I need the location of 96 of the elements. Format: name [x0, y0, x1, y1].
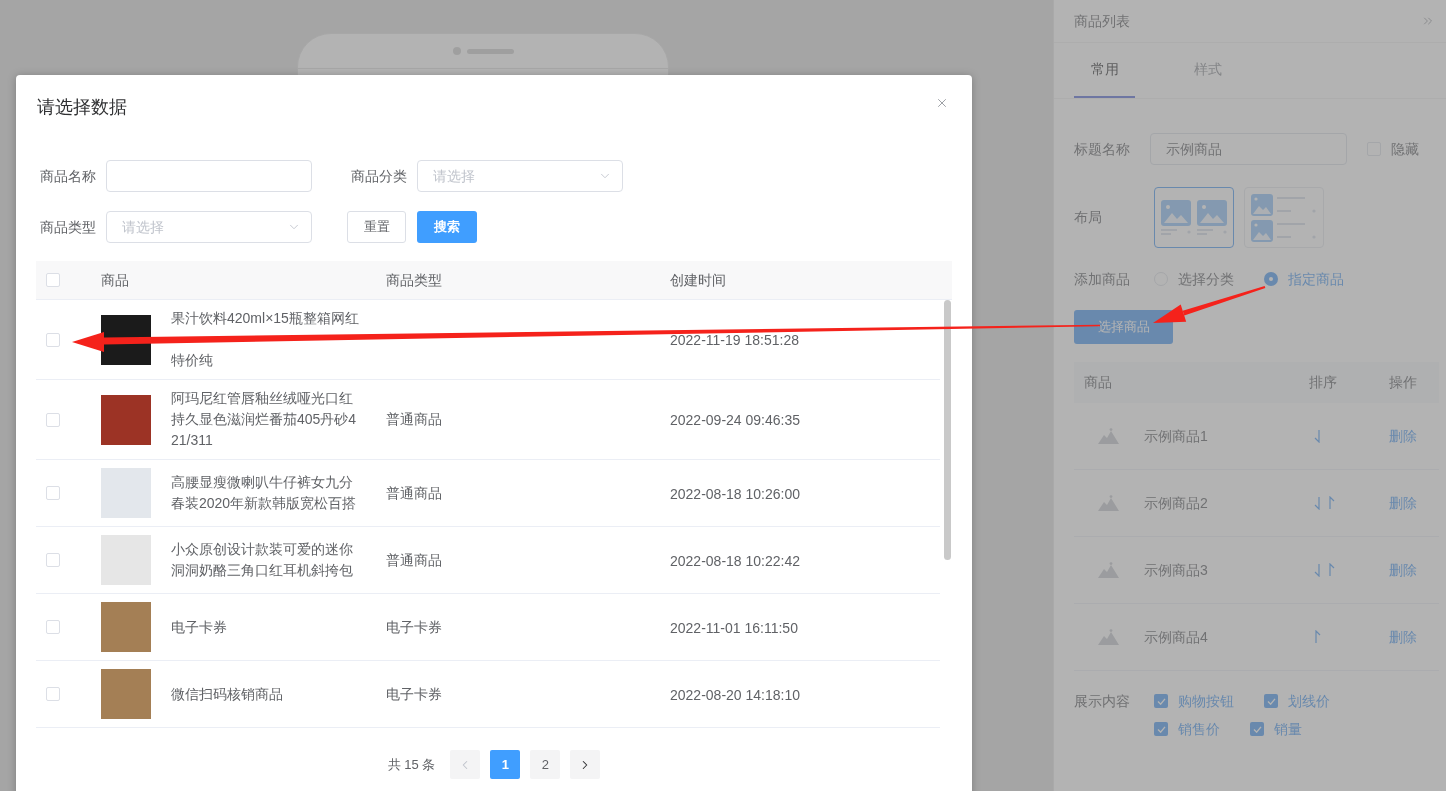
delete-link[interactable]: 删除	[1389, 425, 1417, 447]
checkbox[interactable]	[1154, 722, 1168, 736]
created-time: 2022-08-20 14:18:10	[670, 685, 800, 705]
checkbox-label: 购物按钮	[1178, 691, 1234, 711]
reset-button[interactable]: 重置	[347, 211, 406, 243]
product-type: 普通商品	[386, 410, 443, 429]
checkbox[interactable]	[1264, 694, 1278, 708]
checkbox-label: 销售价	[1178, 719, 1220, 739]
checkbox-label: 隐藏	[1391, 139, 1419, 159]
scrollbar-thumb[interactable]	[944, 300, 951, 560]
product-name: 特价纯	[171, 351, 214, 370]
product-type: 普通商品	[386, 550, 443, 570]
tab[interactable]: 常用	[1074, 43, 1135, 98]
photo-placeholder	[101, 535, 151, 585]
check-icon	[1266, 697, 1276, 705]
checkbox[interactable]	[1250, 722, 1264, 736]
product-type: 普通商品	[386, 483, 443, 503]
filter-label: 商品类型	[40, 217, 96, 237]
created-time: 2022-09-24 09:46:35	[670, 411, 800, 430]
close-icon[interactable]	[935, 96, 949, 110]
photo-placeholder	[101, 669, 151, 719]
dialog-title: 请选择数据	[37, 96, 127, 119]
created-time: 2022-11-01 16:11:50	[670, 618, 798, 638]
created-time: 2022-08-18 10:22:42	[670, 551, 800, 571]
created-time: 2022-08-18 10:26:00	[670, 484, 800, 504]
product-name: 示例商品1	[1144, 426, 1208, 446]
filter-label: 商品分类	[351, 166, 407, 186]
search-button[interactable]: 搜索	[417, 211, 477, 243]
product-type: 电子卡券	[386, 617, 443, 637]
image-icon	[1098, 495, 1119, 511]
arrow-down-icon[interactable]	[1314, 496, 1321, 510]
checkbox[interactable]	[46, 687, 60, 701]
created-time: 2022-11-19 18:51:28	[670, 331, 799, 350]
checkbox[interactable]	[46, 412, 60, 427]
panel-title: 商品列表	[1074, 11, 1130, 31]
check-icon	[1156, 697, 1166, 705]
photo-placeholder	[101, 602, 151, 652]
arrow-down-icon[interactable]	[1314, 429, 1321, 443]
checkbox-label: 销量	[1274, 719, 1302, 739]
product-name: 微信扫码核销商品	[171, 684, 284, 704]
radio-button[interactable]	[1264, 272, 1278, 286]
column-header: 商品	[1083, 373, 1113, 392]
select-products-button[interactable]: 选择商品	[1074, 310, 1173, 344]
checkbox-label: 划线价	[1288, 691, 1330, 711]
next-page-button[interactable]	[570, 750, 601, 779]
image-icon	[1098, 428, 1119, 444]
product-name: 电子卡券	[171, 617, 228, 637]
filter-label: 商品名称	[40, 166, 96, 186]
column-header: 操作	[1389, 373, 1417, 392]
total-count: 共 15 条	[387, 755, 436, 774]
column-header: 商品	[101, 270, 130, 290]
product-type: 电子卡券	[386, 684, 443, 704]
photo-placeholder	[101, 468, 151, 518]
delete-link[interactable]: 删除	[1389, 559, 1417, 581]
product-name: 示例商品3	[1144, 560, 1208, 580]
checkbox[interactable]	[46, 620, 60, 634]
radio-label: 选择分类	[1178, 269, 1234, 289]
column-header: 排序	[1309, 373, 1338, 392]
image-icon	[1098, 629, 1119, 645]
select-field[interactable]: 请选择	[106, 211, 312, 243]
checkbox[interactable]	[46, 273, 60, 287]
delete-link[interactable]: 删除	[1389, 492, 1417, 514]
arrow-up-icon[interactable]	[1314, 630, 1321, 644]
product-name: 示例商品4	[1144, 627, 1208, 647]
layout-option[interactable]	[1154, 187, 1234, 248]
page-button[interactable]: 1	[490, 750, 521, 779]
checkbox[interactable]	[46, 553, 60, 567]
check-icon	[1156, 725, 1166, 733]
arrow-down-icon[interactable]	[1314, 563, 1321, 577]
field-label: 标题名称	[1074, 139, 1131, 159]
product-name: 果汁饮料420ml×15瓶整箱网红	[171, 309, 360, 328]
input-field[interactable]	[106, 160, 312, 192]
image-icon	[1098, 562, 1119, 578]
product-name: 高腰显瘦微喇叭牛仔裤女九分春装2020年新款韩版宽松百搭	[171, 473, 358, 513]
product-name: 阿玛尼红管唇釉丝绒哑光口红持久显色滋润烂番茄405丹砂421/311	[171, 389, 358, 450]
arrow-up-icon[interactable]	[1328, 496, 1335, 510]
radio-label: 指定商品	[1288, 269, 1344, 289]
product-name: 小众原创设计款装可爱的迷你洞洞奶酪三角口红耳机斜挎包	[171, 540, 354, 580]
field-label: 布局	[1074, 208, 1103, 227]
column-header: 商品类型	[386, 270, 443, 290]
title-input[interactable]: 示例商品	[1150, 133, 1347, 165]
check-icon	[1252, 725, 1262, 733]
checkbox[interactable]	[1154, 694, 1168, 708]
photo-placeholder	[101, 394, 151, 445]
column-header: 创建时间	[670, 270, 726, 290]
product-name: 示例商品2	[1144, 493, 1208, 513]
arrow-up-icon[interactable]	[1328, 563, 1335, 577]
checkbox[interactable]	[46, 486, 60, 500]
grid-layout-icon	[1161, 199, 1227, 236]
page-button[interactable]: 2	[530, 750, 561, 779]
field-label: 添加商品	[1074, 269, 1131, 289]
checkbox[interactable]	[46, 332, 60, 347]
delete-link[interactable]: 删除	[1389, 626, 1417, 648]
list-layout-icon	[1251, 193, 1317, 242]
field-label: 展示内容	[1074, 692, 1131, 711]
select-field[interactable]: 请选择	[417, 160, 623, 192]
